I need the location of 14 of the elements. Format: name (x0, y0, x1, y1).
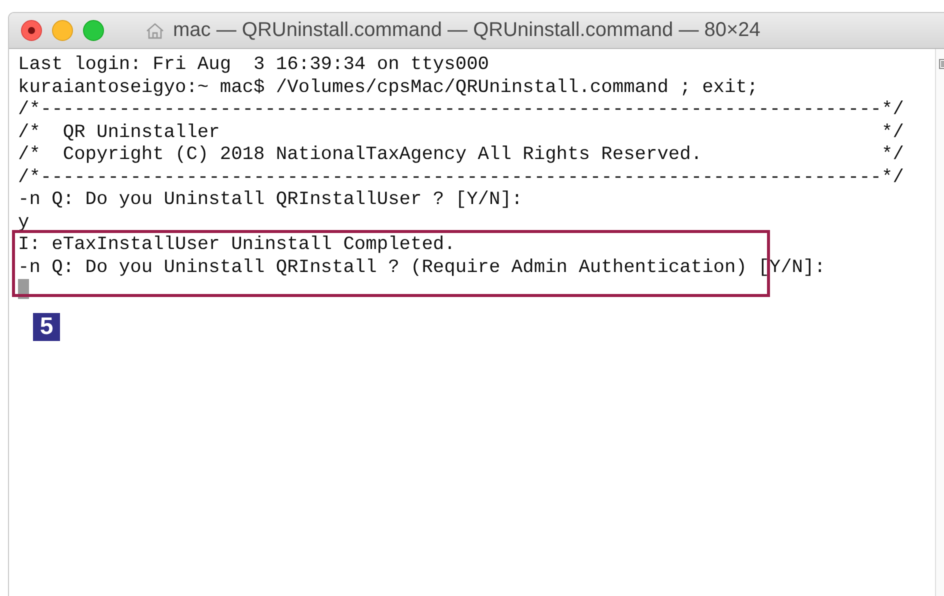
terminal-line: kuraiantoseigyo:~ mac$ /Volumes/cpsMac/QRUninstall.command ; exit; (18, 76, 758, 98)
terminal-line: I: eTaxInstallUser Uninstall Completed. (18, 233, 456, 256)
step-badge: 5 (33, 313, 60, 341)
close-button[interactable] (21, 20, 42, 41)
zoom-button[interactable] (83, 20, 104, 41)
terminal-line: Last login: Fri Aug 3 16:39:34 on ttys000 (18, 53, 490, 76)
terminal-line: -n Q: Do you Uninstall QRInstallUser ? [Y/N]: (18, 188, 523, 210)
terminal-line: /* QR Uninstaller */ (18, 120, 904, 143)
window-title: mac — QRUninstall.command — QRUninstall.command — 80×24 (173, 19, 760, 42)
terminal-line: /* Copyright (C) 2018 NationalTaxAgency All Rights Reserved. */ (18, 143, 904, 166)
house-icon (145, 22, 165, 40)
terminal-line: /*---------------------------------------------------------------------------*/ (18, 166, 904, 188)
minimize-button[interactable] (52, 20, 73, 41)
terminal-line: /*---------------------------------------------------------------------------*/ (18, 98, 904, 120)
